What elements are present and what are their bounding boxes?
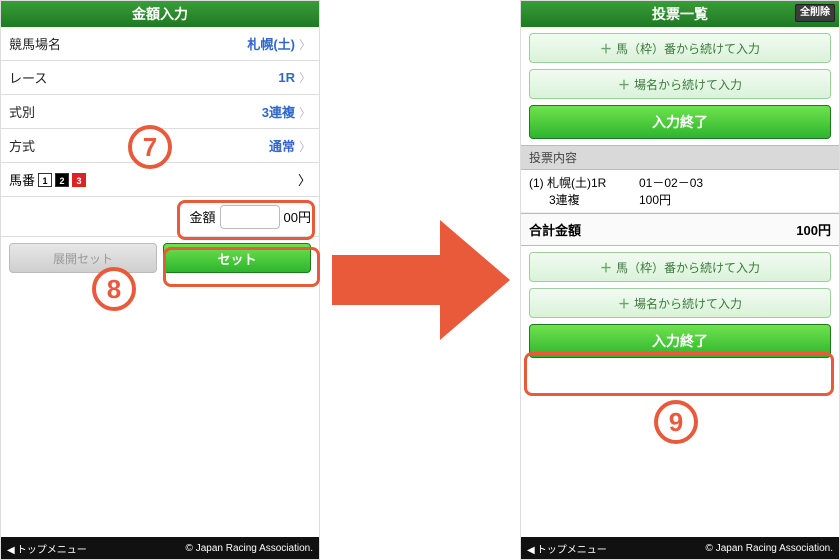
set-button[interactable]: セット [163,243,311,273]
row-horse-numbers[interactable]: 馬番 1 2 3 〉 [1,163,319,197]
top-menu-link[interactable]: ◀トップメニュー [527,541,607,556]
finish-input-button[interactable]: 入力終了 [529,105,831,139]
finish-input-button[interactable]: 入力終了 [529,324,831,358]
chevron-right-icon: 〉 [299,106,311,120]
amount-suffix: 00円 [284,207,311,226]
continue-from-track-button[interactable]: ＋場名から続けて入力 [529,69,831,99]
row-label: 馬番 [9,170,35,189]
row-race[interactable]: レース 1R 〉 [1,61,319,95]
row-amount: 金額 00円 [1,197,319,237]
transition-arrow [332,220,512,340]
ticket-combo: 01－02－03 [639,176,703,190]
horse-number-chip: 3 [72,173,86,187]
row-value: 通常 [269,139,295,154]
ticket-type: 3連複 [549,193,580,207]
plus-icon: ＋ [618,295,630,312]
plus-icon: ＋ [600,40,612,57]
section-header: 投票内容 [521,145,839,170]
top-menu-link[interactable]: ◀トップメニュー [7,541,87,556]
plus-icon: ＋ [600,259,612,276]
chevron-right-icon: 〉 [299,71,311,85]
screen-vote-list: 投票一覧 全削除 ＋馬（枠）番から続けて入力 ＋場名から続けて入力 入力終了 投… [520,0,840,560]
continue-from-track-button[interactable]: ＋場名から続けて入力 [529,288,831,318]
delete-all-button[interactable]: 全削除 [795,4,835,22]
expand-set-button[interactable]: 展開セット [9,243,157,273]
screen-amount-entry: 金額入力 競馬場名 札幌(土)〉 レース 1R〉 式別 3連複〉 方式 通常〉 … [0,0,320,560]
row-value: 札幌(土) [247,37,295,52]
row-label: 競馬場名 [9,34,61,53]
chevron-right-icon: 〉 [299,140,311,154]
header: 金額入力 [1,1,319,27]
footer-bar: ◀トップメニュー © Japan Racing Association. [521,537,839,559]
row-label: レース [9,68,47,87]
row-track[interactable]: 競馬場名 札幌(土) 〉 [1,27,319,61]
triangle-left-icon: ◀ [527,545,535,556]
row-label: 方式 [9,136,35,155]
copyright: © Japan Racing Association. [706,543,833,554]
copyright: © Japan Racing Association. [186,543,313,554]
total-label: 合計金額 [529,220,581,239]
footer-bar: ◀トップメニュー © Japan Racing Association. [1,537,319,559]
amount-input[interactable] [220,205,280,229]
ticket-amount: 100円 [639,193,671,207]
header-title: 投票一覧 [652,6,708,22]
row-value: 1R [278,70,295,85]
row-value: 3連複 [262,105,295,120]
triangle-left-icon: ◀ [7,545,15,556]
plus-icon: ＋ [618,76,630,93]
total-value: 100円 [796,220,831,239]
horse-number-chip: 2 [55,173,69,187]
header-title: 金額入力 [132,6,188,22]
button-row: 展開セット セット [1,237,319,279]
horse-number-chip: 1 [38,173,52,187]
amount-label: 金額 [190,207,216,226]
row-label: 式別 [9,102,35,121]
row-bet-type[interactable]: 式別 3連複〉 [1,95,319,129]
chevron-right-icon: 〉 [298,170,311,189]
continue-from-horse-button[interactable]: ＋馬（枠）番から続けて入力 [529,33,831,63]
ticket-track: 札幌(土)1R [547,176,606,190]
chevron-right-icon: 〉 [299,38,311,52]
ticket-index: (1) [529,176,544,190]
row-method[interactable]: 方式 通常〉 [1,129,319,163]
ticket-row[interactable]: (1) 札幌(土)1R 3連複 01－02－03 100円 [521,170,839,213]
header: 投票一覧 全削除 [521,1,839,27]
total-row: 合計金額 100円 [521,213,839,246]
continue-from-horse-button[interactable]: ＋馬（枠）番から続けて入力 [529,252,831,282]
